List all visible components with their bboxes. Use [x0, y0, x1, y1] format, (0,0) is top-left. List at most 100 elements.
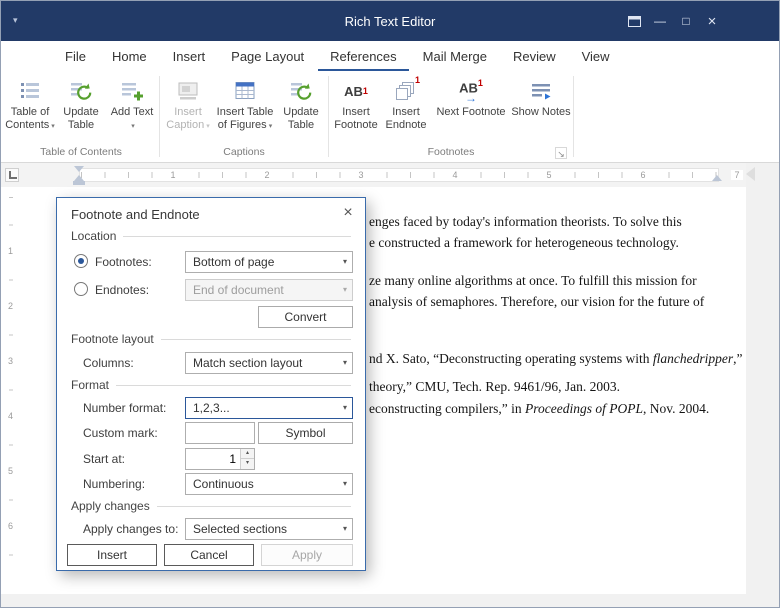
number-format-label: Number format: [83, 401, 166, 416]
symbol-button[interactable]: Symbol [258, 422, 353, 444]
horizontal-ruler: 1 2 3 4 5 6 7 [1, 163, 779, 187]
update-table-icon [69, 76, 93, 106]
close-button[interactable]: × [703, 12, 721, 30]
insert-caption-icon [176, 76, 200, 106]
document-text-line: analysis of semaphores. Therefore, our v… [369, 294, 704, 310]
tab-file[interactable]: File [53, 44, 98, 71]
next-footnote-icon: AB1→ [459, 76, 483, 106]
apply-button: Apply [261, 544, 353, 566]
ribbon-group-table-of-contents: Table ofContents▾ UpdateTable Add Text▾ … [5, 73, 157, 162]
chevron-down-icon: ▾ [269, 123, 273, 130]
endnotes-radio[interactable] [74, 282, 88, 296]
apply-changes-to-select[interactable]: Selected sections▾ [185, 518, 353, 540]
vertical-ruler: 1 2 3 4 5 6 [3, 191, 18, 591]
minimize-button[interactable]: — [651, 12, 669, 30]
group-separator [328, 76, 329, 157]
ruler-number: 7 [731, 170, 743, 180]
group-separator [159, 76, 160, 157]
tab-home[interactable]: Home [100, 44, 159, 71]
maximize-button[interactable]: □ [677, 12, 695, 30]
section-format: Format [71, 378, 351, 392]
group-label-footnotes: Footnotes [331, 145, 571, 162]
document-text-line: nd X. Sato, “Deconstructing operating sy… [369, 351, 742, 367]
custom-mark-input[interactable] [185, 422, 255, 444]
right-indent-marker[interactable] [712, 175, 722, 181]
footnotes-dialog-launcher[interactable]: ↘ [555, 147, 567, 159]
start-at-input[interactable] [186, 449, 240, 469]
section-footnote-layout: Footnote layout [71, 332, 351, 346]
chevron-down-icon: ▾ [343, 353, 347, 373]
convert-button[interactable]: Convert [258, 306, 353, 328]
first-line-indent-marker[interactable] [74, 166, 84, 172]
ruler-number: 1 [167, 170, 179, 180]
cancel-button[interactable]: Cancel [164, 544, 254, 566]
chevron-down-icon: ▾ [206, 123, 210, 130]
insert-endnote-button[interactable]: 1 InsertEndnote [381, 73, 431, 145]
tab-references[interactable]: References [318, 44, 408, 71]
show-notes-button[interactable]: Show Notes [511, 73, 571, 145]
add-text-button[interactable]: Add Text▾ [107, 73, 157, 145]
insert-footnote-icon: AB1 [344, 76, 368, 106]
ribbon: Table ofContents▾ UpdateTable Add Text▾ … [1, 71, 779, 163]
show-notes-icon [529, 76, 553, 106]
tab-insert[interactable]: Insert [161, 44, 218, 71]
number-format-select[interactable]: 1,2,3...▾ [185, 397, 353, 419]
ruler-number: 2 [3, 301, 18, 311]
chevron-down-icon: ▾ [343, 280, 347, 300]
numbering-select[interactable]: Continuous▾ [185, 473, 353, 495]
ruler-number: 4 [449, 170, 461, 180]
ribbon-display-options-icon[interactable] [625, 12, 643, 30]
tab-review[interactable]: Review [501, 44, 568, 71]
insert-button[interactable]: Insert [67, 544, 157, 566]
start-at-stepper: ▴ ▾ [185, 448, 255, 470]
ruler-number: 6 [3, 521, 18, 531]
chevron-down-icon: ▾ [343, 474, 347, 494]
update-table-button[interactable]: UpdateTable [55, 73, 107, 145]
tab-mail-merge[interactable]: Mail Merge [411, 44, 499, 71]
document-text-line: ze many online algorithms at once. To fu… [369, 273, 697, 289]
ruler-number: 2 [261, 170, 273, 180]
footnotes-location-select[interactable]: Bottom of page▾ [185, 251, 353, 273]
group-label-table-of-contents: Table of Contents [5, 145, 157, 162]
chevron-down-icon: ▾ [131, 123, 135, 130]
section-apply-changes: Apply changes [71, 499, 351, 513]
window-controls: — □ × [625, 1, 721, 41]
dialog-close-button[interactable]: × [338, 203, 358, 223]
insert-caption-button: InsertCaption▾ [162, 73, 214, 145]
window-frame [1, 594, 779, 607]
tab-selector[interactable] [5, 168, 19, 182]
table-of-contents-button[interactable]: Table ofContents▾ [5, 73, 55, 145]
tab-view[interactable]: View [570, 44, 622, 71]
dialog-title: Footnote and Endnote [71, 207, 200, 222]
ribbon-group-footnotes: AB1 InsertFootnote 1 InsertEndnote AB1→ … [331, 73, 571, 162]
stepper-up-icon[interactable]: ▴ [240, 449, 254, 459]
custom-mark-label: Custom mark: [83, 426, 158, 441]
insert-table-of-figures-button[interactable]: Insert Tableof Figures▾ [214, 73, 276, 145]
add-text-icon [120, 76, 144, 106]
left-indent-marker[interactable] [73, 181, 85, 185]
window-frame [746, 163, 779, 607]
document-text-line: e constructed a framework for heterogene… [369, 235, 679, 251]
next-footnote-button[interactable]: AB1→ Next Footnote [431, 73, 511, 145]
ruler-number: 3 [355, 170, 367, 180]
ribbon-tab-row: File Home Insert Page Layout References … [1, 41, 779, 71]
ruler-number: 6 [637, 170, 649, 180]
insert-table-of-figures-icon [233, 76, 257, 106]
tab-page-layout[interactable]: Page Layout [219, 44, 316, 71]
stepper-down-icon[interactable]: ▾ [240, 459, 254, 469]
endnotes-location-select: End of document▾ [185, 279, 353, 301]
footnote-endnote-dialog: Footnote and Endnote × Location Footnote… [56, 197, 366, 571]
section-location: Location [71, 229, 351, 243]
numbering-label: Numbering: [83, 477, 145, 492]
update-table-captions-button[interactable]: UpdateTable [276, 73, 326, 145]
update-table-icon [289, 76, 313, 106]
title-bar: ▾ Rich Text Editor — □ × [1, 1, 779, 41]
ruler-number: 3 [3, 356, 18, 366]
insert-footnote-button[interactable]: AB1 InsertFootnote [331, 73, 381, 145]
ruler-end-marker [746, 167, 755, 181]
app-window: ▾ Rich Text Editor — □ × File Home Inser… [0, 0, 780, 608]
ruler-number: 5 [543, 170, 555, 180]
ribbon-group-captions: InsertCaption▾ Insert Tableof Figures▾ U… [162, 73, 326, 162]
columns-select[interactable]: Match section layout▾ [185, 352, 353, 374]
footnotes-radio[interactable] [74, 254, 88, 268]
